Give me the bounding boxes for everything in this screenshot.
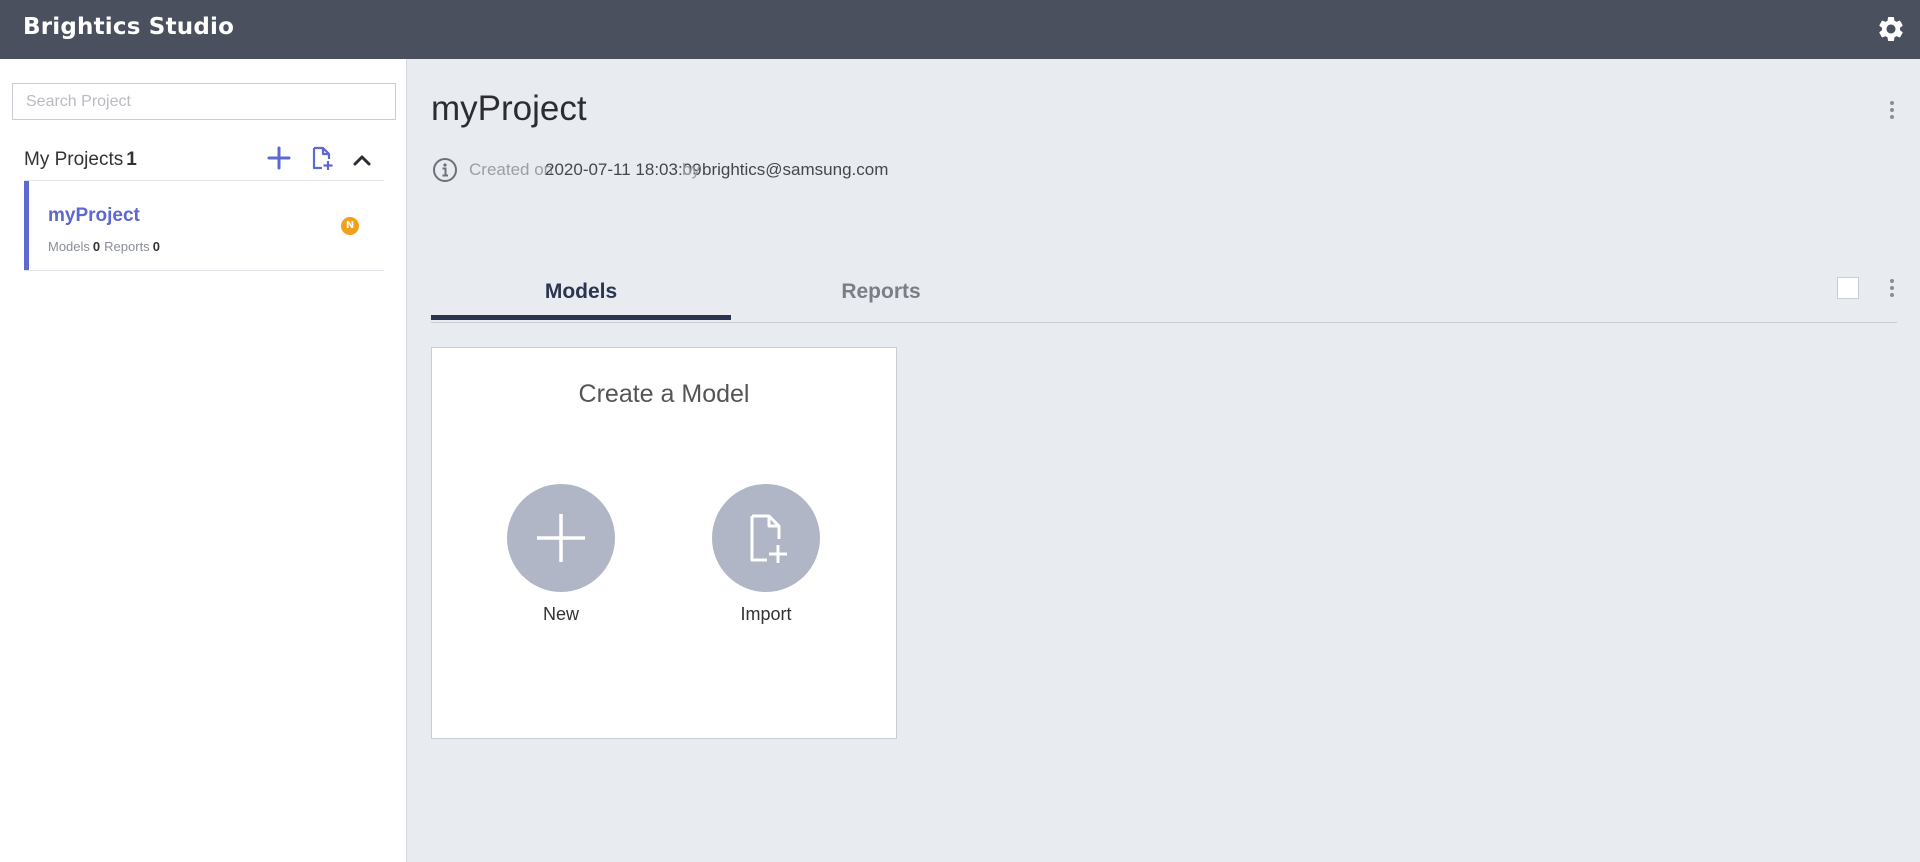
select-all-checkbox[interactable] (1837, 277, 1859, 299)
new-badge: N (341, 217, 359, 235)
tab-reports[interactable]: Reports (731, 264, 1031, 321)
create-model-title: Create a Model (578, 380, 750, 408)
project-models-label: Models (48, 239, 90, 254)
import-model-button[interactable] (712, 484, 820, 592)
my-projects-header: My Projects 1 (24, 140, 384, 176)
my-projects-label: My Projects (24, 149, 124, 170)
project-info-row: Created on 2020-07-11 18:03:09 by bright… (432, 154, 1132, 184)
project-meta: Models 0 Reports 0 (48, 239, 164, 254)
info-icon (433, 158, 457, 182)
import-project-icon[interactable] (306, 143, 336, 173)
tabs-divider (431, 322, 1897, 323)
active-tab-indicator (431, 315, 731, 320)
created-date: 2020-07-11 18:03:09 (545, 160, 702, 179)
tab-models[interactable]: Models (431, 264, 731, 321)
plus-icon (537, 514, 585, 562)
project-reports-count: 0 (152, 239, 160, 254)
collapse-chevron-icon[interactable] (347, 145, 377, 175)
search-project-input[interactable] (12, 83, 396, 120)
project-more-icon[interactable] (1882, 95, 1902, 125)
author-email: brightics@samsung.com (702, 160, 889, 179)
main-content: myProject Created on 2020-07-11 18:03:09… (408, 59, 1920, 862)
sidebar-divider (24, 270, 384, 271)
new-model-button[interactable] (507, 484, 615, 592)
project-models-count: 0 (92, 239, 101, 254)
page-title: myProject (431, 89, 587, 128)
add-project-icon[interactable] (264, 143, 294, 173)
sidebar: My Projects1 myProject Models0Reports0 N (0, 59, 407, 862)
by-label: by (682, 160, 700, 179)
project-list-item[interactable]: myProject Models 0 Reports 0 N (24, 181, 384, 271)
my-projects-title: My Projects 1 (24, 149, 137, 171)
top-bar: Brightics Studio (0, 0, 1920, 59)
gear-icon[interactable] (1876, 14, 1906, 44)
my-projects-count: 1 (126, 149, 137, 170)
import-model-label: Import (740, 604, 792, 624)
import-file-icon (750, 514, 787, 563)
app-brand: Brightics Studio (23, 14, 235, 40)
new-model-label: New (542, 604, 579, 624)
create-model-card: Create a Model New Import (431, 347, 897, 739)
created-on-label: Created on (469, 160, 554, 179)
project-name: myProject (48, 205, 140, 226)
tab-more-icon[interactable] (1882, 273, 1902, 303)
project-reports-label: Reports (104, 239, 150, 254)
